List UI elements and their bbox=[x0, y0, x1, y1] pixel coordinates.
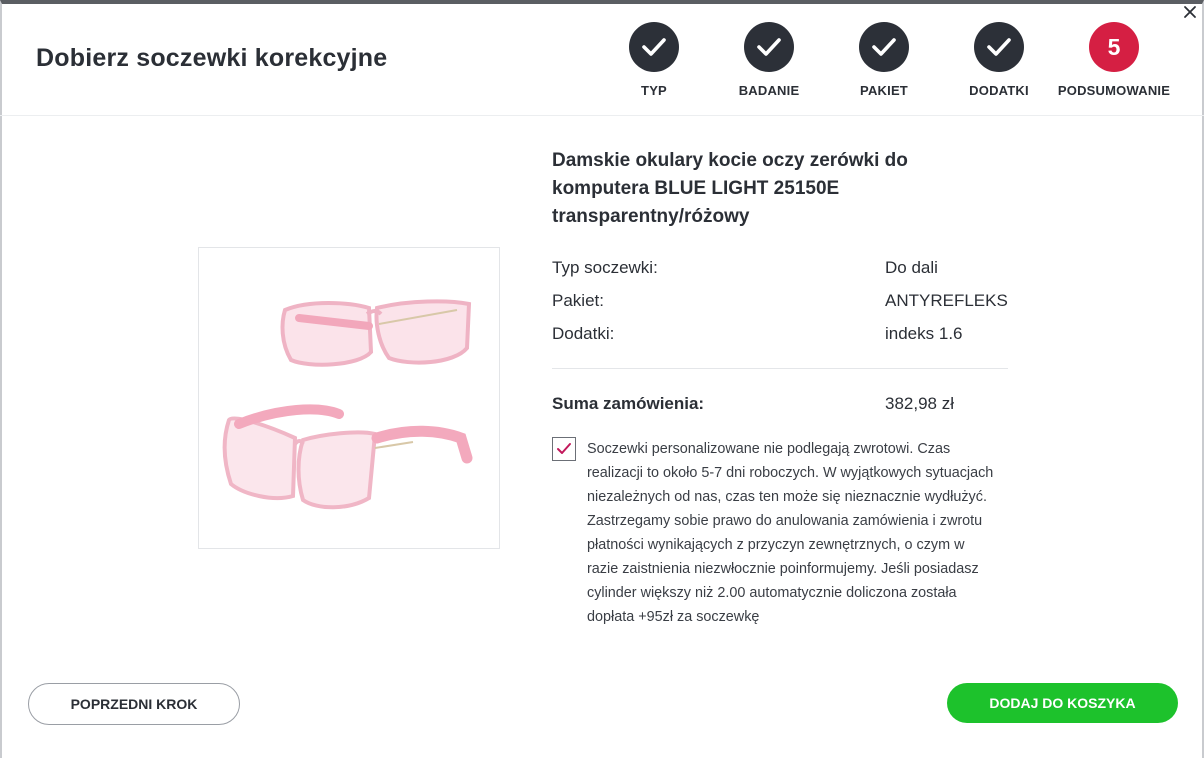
summary-label: Typ soczewki: bbox=[552, 258, 658, 277]
product-image bbox=[198, 247, 500, 549]
summary-row-dodatki: Dodatki: indeks 1.6 bbox=[552, 324, 1012, 344]
checkmark-icon bbox=[557, 443, 571, 454]
summary-label: Pakiet: bbox=[552, 291, 604, 310]
consent-text: Soczewki personalizowane nie podlegają z… bbox=[587, 441, 994, 625]
summary-total: Suma zamówienia: 382,98 zł bbox=[552, 394, 1012, 414]
previous-step-button[interactable]: POPRZEDNI KROK bbox=[28, 683, 240, 725]
summary-row-pakiet: Pakiet: ANTYREFLEKS bbox=[552, 291, 1012, 311]
step-number: 5 bbox=[1089, 22, 1139, 72]
consent-checkbox[interactable] bbox=[552, 437, 576, 461]
check-icon bbox=[629, 22, 679, 72]
summary-value: ANTYREFLEKS bbox=[885, 291, 1008, 310]
add-to-cart-button[interactable]: DODAJ DO KOSZYKA bbox=[947, 683, 1178, 723]
check-icon bbox=[859, 22, 909, 72]
check-icon bbox=[974, 22, 1024, 72]
step-label: PODSUMOWANIE bbox=[1057, 83, 1171, 98]
summary-divider bbox=[552, 368, 1008, 369]
page-title: Dobierz soczewki korekcyjne bbox=[36, 44, 388, 72]
check-icon bbox=[744, 22, 794, 72]
total-label: Suma zamówienia: bbox=[552, 394, 705, 413]
summary-label: Dodatki: bbox=[552, 324, 615, 343]
summary-value: Do dali bbox=[885, 258, 938, 277]
modal-header: Dobierz soczewki korekcyjne TYP BADANIE … bbox=[0, 4, 1204, 116]
pink-glasses-photo bbox=[222, 299, 473, 510]
product-title: Damskie okulary kocie oczy zerówki do ko… bbox=[552, 150, 908, 227]
summary-value: indeks 1.6 bbox=[885, 324, 963, 343]
step-podsumowanie: 5 PODSUMOWANIE bbox=[1044, 22, 1184, 98]
total-value: 382,98 zł bbox=[885, 394, 954, 413]
summary-row-typ: Typ soczewki: Do dali bbox=[552, 258, 1012, 278]
